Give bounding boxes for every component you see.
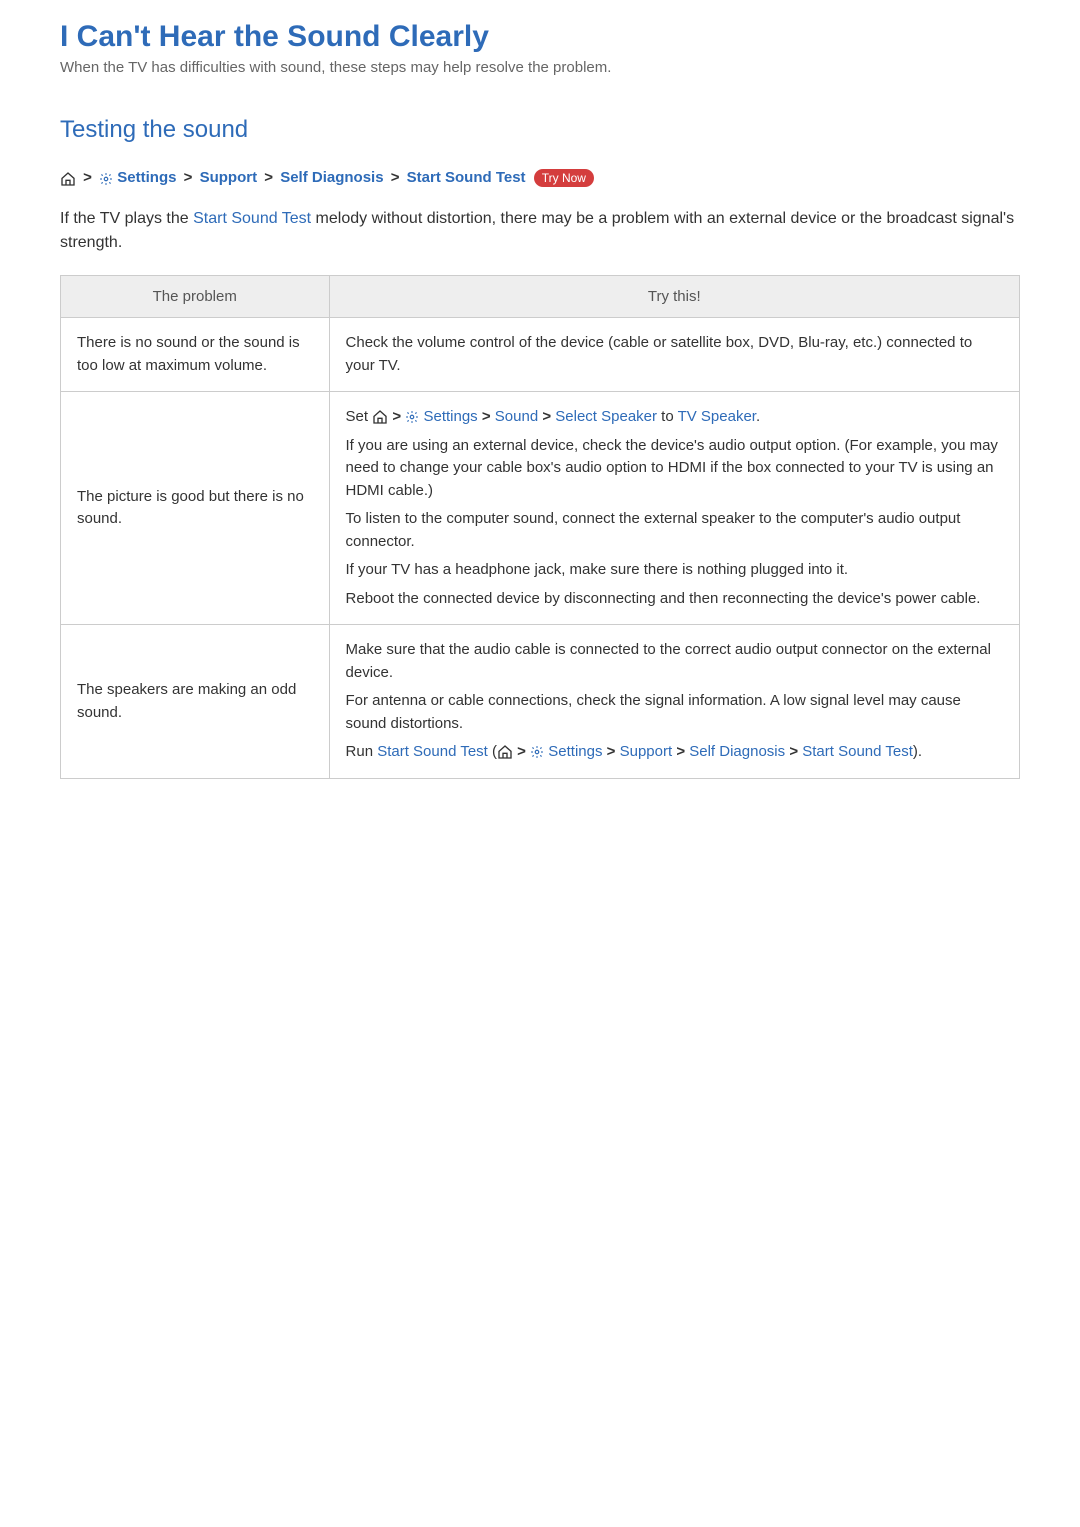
solution-paragraph: If you are using an external device, che…: [346, 435, 1003, 503]
link-select-speaker[interactable]: Select Speaker: [555, 408, 657, 425]
link-settings[interactable]: Settings: [548, 743, 602, 760]
chevron-icon: >: [482, 408, 491, 425]
subtitle: When the TV has difficulties with sound,…: [60, 59, 1020, 76]
intro-text: If the TV plays the Start Sound Test mel…: [60, 207, 1020, 255]
link-tv-speaker[interactable]: TV Speaker: [678, 408, 756, 425]
chevron-icon: >: [607, 743, 616, 760]
intro-part1: If the TV plays the: [60, 210, 193, 227]
text: .: [756, 408, 760, 425]
solution-cell: Make sure that the audio cable is connec…: [329, 625, 1019, 779]
home-icon: [372, 406, 388, 429]
link-start-sound-test[interactable]: Start Sound Test: [377, 743, 488, 760]
table-row: The picture is good but there is no soun…: [61, 392, 1020, 625]
page-title: I Can't Hear the Sound Clearly: [60, 20, 1020, 54]
troubleshoot-table: The problem Try this! There is no sound …: [60, 275, 1020, 779]
solution-paragraph: If your TV has a headphone jack, make su…: [346, 559, 1003, 582]
chevron-icon: >: [542, 408, 551, 425]
solution-paragraph: For antenna or cable connections, check …: [346, 690, 1003, 735]
chevron-icon: >: [676, 743, 685, 760]
solution-paragraph: To listen to the computer sound, connect…: [346, 508, 1003, 553]
chevron-icon: >: [391, 169, 400, 186]
breadcrumb: > Settings > Support > Self Diagnosis > …: [60, 169, 1020, 187]
link-sound[interactable]: Sound: [495, 408, 538, 425]
breadcrumb-start-sound-test[interactable]: Start Sound Test: [407, 169, 526, 186]
table-header-try: Try this!: [329, 276, 1019, 318]
text: (: [488, 743, 497, 760]
link-self-diagnosis[interactable]: Self Diagnosis: [689, 743, 785, 760]
text: Run: [346, 743, 378, 760]
intro-link-start-sound-test[interactable]: Start Sound Test: [193, 210, 311, 227]
text: ).: [913, 743, 922, 760]
home-icon: [497, 741, 513, 764]
chevron-icon: >: [517, 743, 526, 760]
section-heading: Testing the sound: [60, 116, 1020, 144]
breadcrumb-support[interactable]: Support: [200, 169, 258, 186]
problem-cell: The speakers are making an odd sound.: [61, 625, 330, 779]
link-support[interactable]: Support: [620, 743, 673, 760]
problem-cell: The picture is good but there is no soun…: [61, 392, 330, 625]
gear-icon: [99, 170, 113, 187]
table-row: There is no sound or the sound is too lo…: [61, 318, 1020, 392]
solution-paragraph: Reboot the connected device by disconnec…: [346, 588, 1003, 611]
solution-cell: Set > Settings > Sound > Select Speaker …: [329, 392, 1019, 625]
text: to: [657, 408, 678, 425]
breadcrumb-self-diagnosis[interactable]: Self Diagnosis: [280, 169, 383, 186]
link-start-sound-test[interactable]: Start Sound Test: [802, 743, 913, 760]
chevron-icon: >: [789, 743, 798, 760]
solution-cell: Check the volume control of the device (…: [329, 318, 1019, 392]
link-settings[interactable]: Settings: [423, 408, 477, 425]
breadcrumb-settings[interactable]: Settings: [117, 169, 176, 186]
problem-cell: There is no sound or the sound is too lo…: [61, 318, 330, 392]
solution-paragraph: Make sure that the audio cable is connec…: [346, 639, 1003, 684]
chevron-icon: >: [83, 169, 92, 186]
table-header-problem: The problem: [61, 276, 330, 318]
gear-icon: [405, 406, 419, 429]
chevron-icon: >: [392, 408, 401, 425]
chevron-icon: >: [184, 169, 193, 186]
home-icon: [60, 170, 76, 187]
table-row: The speakers are making an odd sound. Ma…: [61, 625, 1020, 779]
text: Set: [346, 408, 373, 425]
gear-icon: [530, 741, 544, 764]
chevron-icon: >: [264, 169, 273, 186]
try-now-badge[interactable]: Try Now: [534, 169, 594, 187]
